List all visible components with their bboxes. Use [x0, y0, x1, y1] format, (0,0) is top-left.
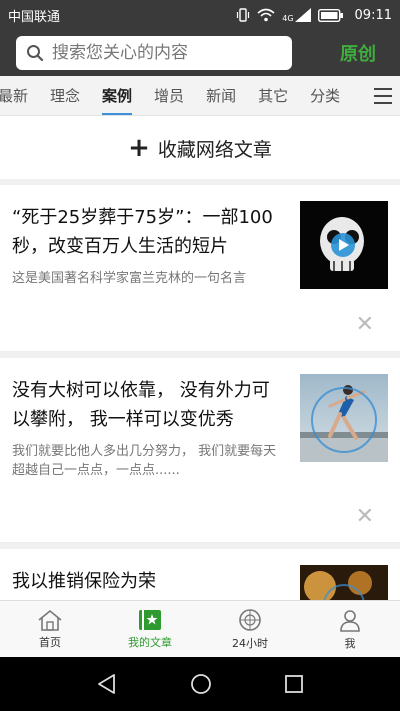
- home-circle-icon[interactable]: [190, 673, 212, 695]
- menu-icon-line: [374, 95, 392, 97]
- article-card[interactable]: “死于25岁葬于75岁”：一部100秒，改变百万人生活的短片 这是美国著名科学家…: [0, 185, 400, 352]
- menu-icon-line: [374, 88, 392, 90]
- system-nav-bar: [0, 657, 400, 711]
- wifi-icon: [257, 8, 275, 22]
- article-title: “死于25岁葬于75岁”：一部100秒，改变百万人生活的短片: [12, 207, 273, 257]
- search-input[interactable]: [52, 43, 282, 63]
- dismiss-icon[interactable]: ✕: [356, 506, 374, 528]
- tab-philosophy[interactable]: 理念: [50, 76, 80, 115]
- tab-cases[interactable]: 案例: [102, 76, 133, 115]
- signal-icon: [294, 8, 311, 22]
- category-tabs: 最新 理念 案例 增员 新闻 其它 分类: [0, 76, 400, 116]
- nav-label: 我的文章: [128, 635, 172, 649]
- tab-other[interactable]: 其它: [258, 76, 288, 115]
- tab-recruitment[interactable]: 增员: [154, 76, 184, 115]
- tab-latest[interactable]: 最新: [0, 76, 28, 115]
- battery-icon: [317, 8, 343, 22]
- article-thumbnail: [300, 565, 388, 600]
- nav-label: 我: [344, 636, 356, 650]
- app-header: 原创: [0, 30, 400, 76]
- home-icon: [38, 609, 62, 631]
- runner-photo-thumbnail: [300, 374, 388, 462]
- bottom-nav: 首页 我的文章 24小时 我: [0, 600, 400, 657]
- tab-category[interactable]: 分类: [310, 76, 340, 115]
- carrier-name: 中国联通: [8, 9, 61, 25]
- recents-icon[interactable]: [284, 674, 304, 694]
- user-icon: [340, 609, 360, 632]
- nav-me[interactable]: 我: [300, 601, 400, 657]
- nav-label: 24小时: [232, 636, 268, 650]
- status-bar: 中国联通 4G 09:11: [0, 0, 400, 30]
- add-article-label: 收藏网络文章: [157, 138, 272, 161]
- article-feed: + 收藏网络文章 “死于25岁葬于75岁”：一部100秒，改变百万人生活的短片 …: [0, 117, 400, 600]
- article-card[interactable]: 没有大树可以依靠， 没有外力可以攀附， 我一样可以变优秀 我们就要比他人多出几分…: [0, 358, 400, 543]
- dismiss-icon[interactable]: ✕: [356, 314, 374, 336]
- article-summary: 这是美国著名科学家富兰克林的一句名言: [12, 271, 247, 286]
- article-summary: 我们就要比他人多出几分努力， 我们就要每天超越自己一点点，一点点......: [12, 444, 277, 478]
- article-thumbnail: [300, 201, 388, 289]
- tab-news[interactable]: 新闻: [206, 76, 236, 115]
- tab-menu-button[interactable]: [366, 76, 400, 115]
- my-articles-icon: [139, 609, 161, 630]
- nav-24-hours[interactable]: 24小时: [200, 601, 300, 657]
- article-card[interactable]: 我以推销保险为荣: [0, 549, 400, 600]
- bokeh-photo-thumbnail: [300, 565, 388, 600]
- back-icon[interactable]: [96, 673, 118, 695]
- nav-label: 首页: [39, 635, 61, 649]
- original-button[interactable]: 原创: [340, 40, 376, 66]
- add-article-button[interactable]: + 收藏网络文章: [0, 117, 400, 179]
- plus-icon: +: [128, 133, 150, 163]
- nav-my-articles[interactable]: 我的文章: [100, 601, 200, 657]
- skull-video-thumbnail: [300, 201, 388, 289]
- menu-icon-line: [374, 102, 392, 104]
- vibrate-icon: [237, 8, 250, 22]
- clock-time: 09:11: [354, 7, 392, 23]
- nav-home[interactable]: 首页: [0, 601, 100, 657]
- article-title: 没有大树可以依靠， 没有外力可以攀附， 我一样可以变优秀: [12, 380, 270, 430]
- network-type: 4G: [282, 13, 294, 23]
- search-icon: [27, 45, 44, 62]
- search-box[interactable]: [16, 36, 292, 70]
- article-title: 我以推销保险为荣: [12, 571, 156, 592]
- article-thumbnail: [300, 374, 388, 462]
- clock-icon: [239, 608, 261, 631]
